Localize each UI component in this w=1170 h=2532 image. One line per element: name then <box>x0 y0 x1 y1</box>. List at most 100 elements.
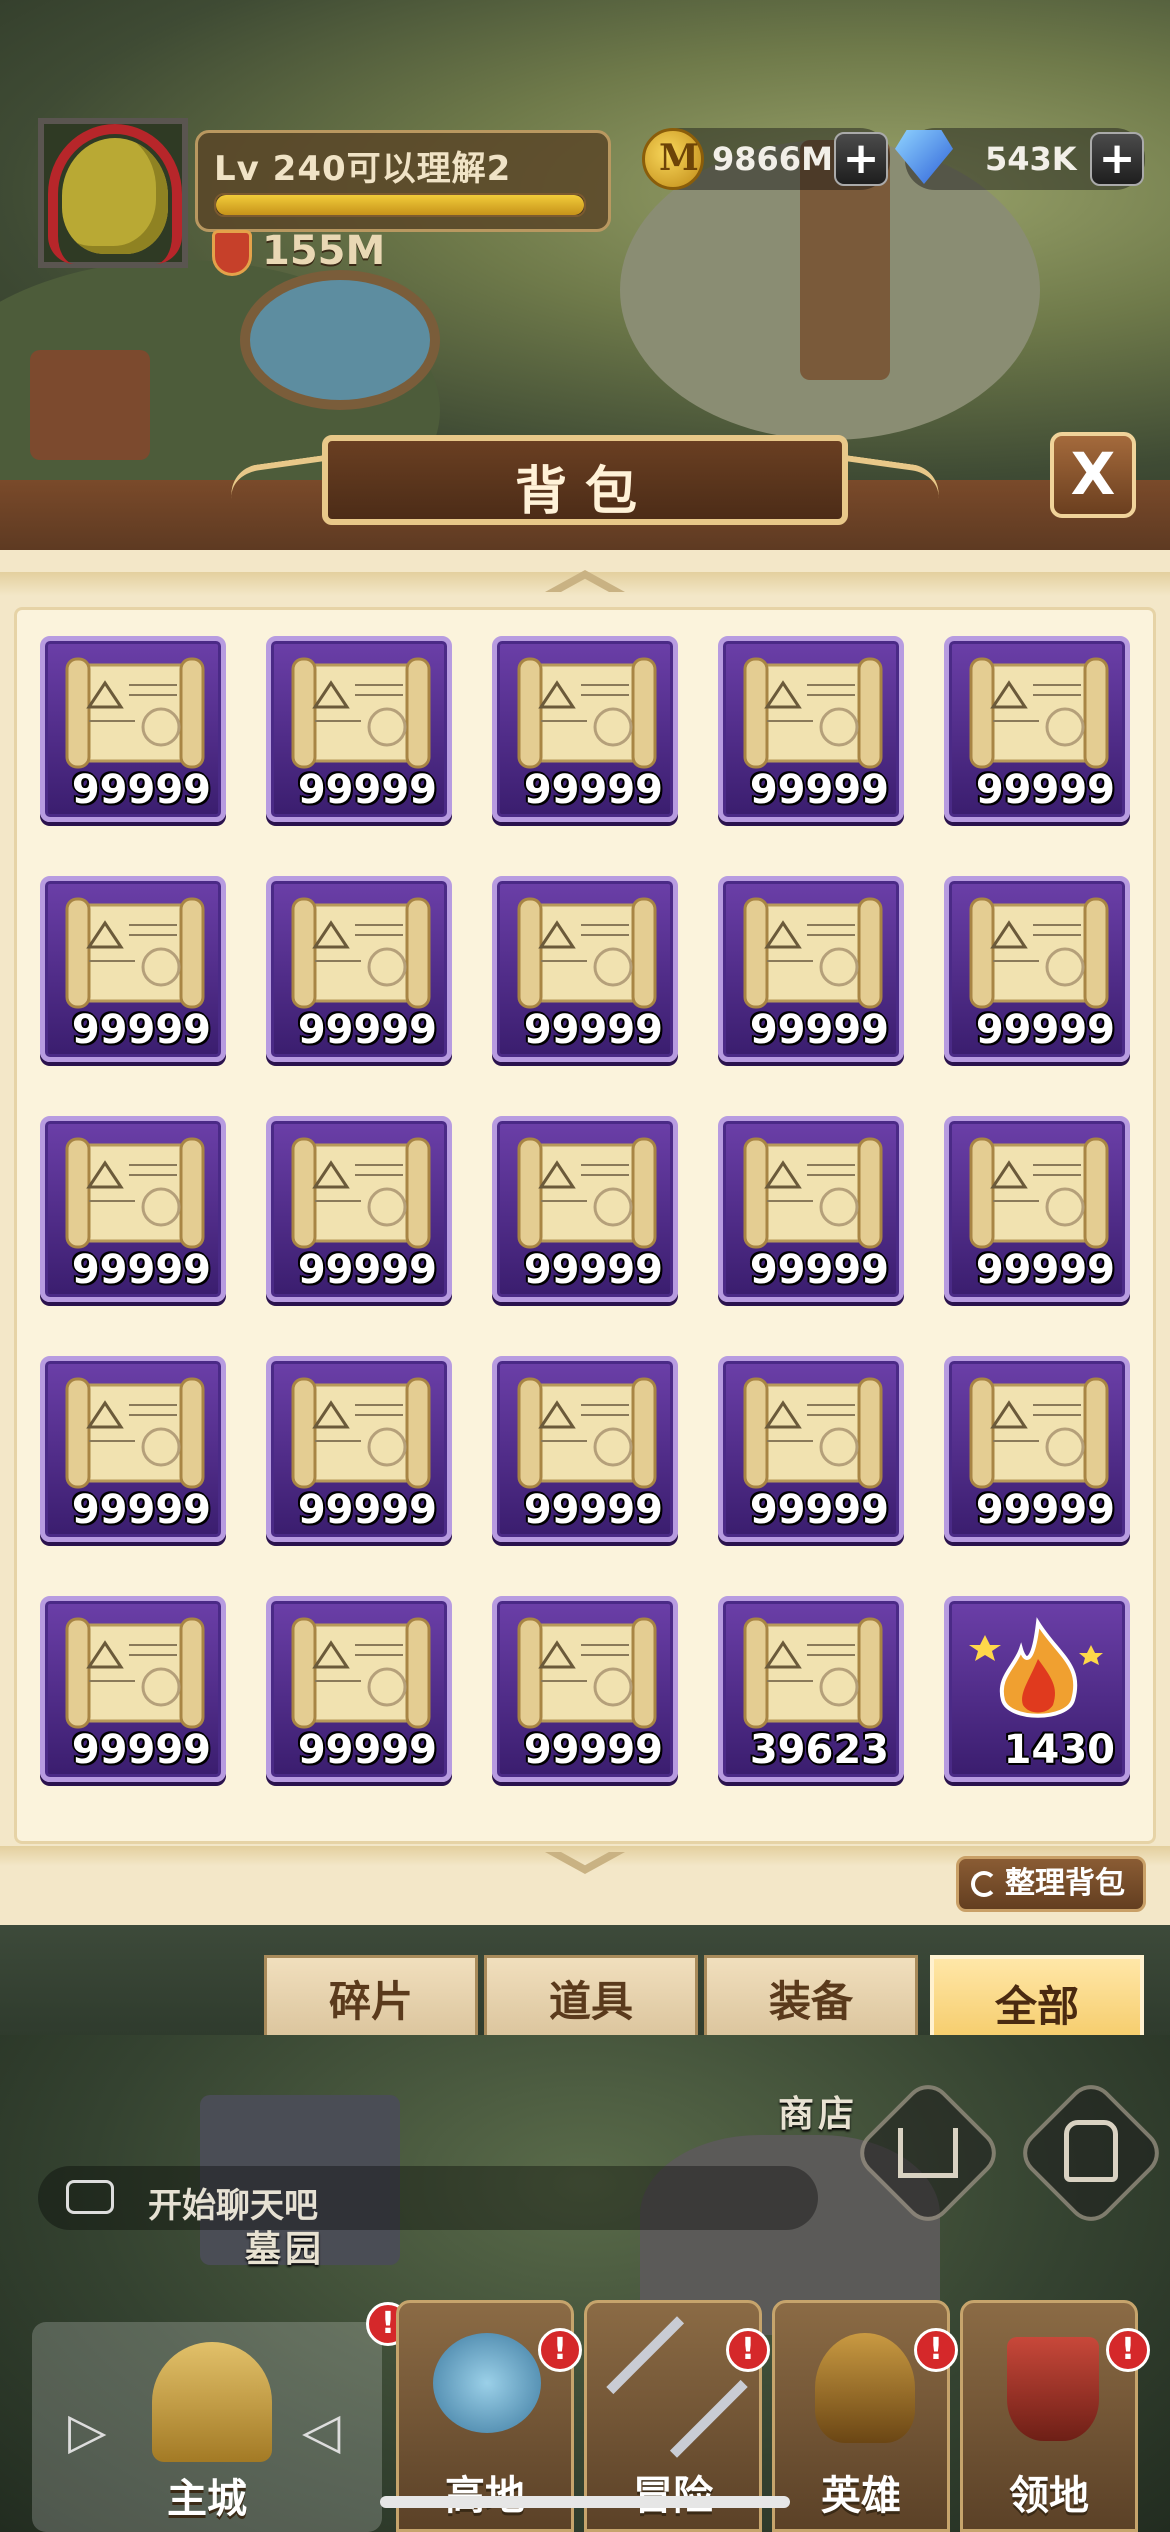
item-count: 99999 <box>71 1487 211 1533</box>
chat-bubble-icon <box>66 2180 114 2214</box>
item-count: 99999 <box>71 1727 211 1773</box>
player-name: Lv 240可以理解2 <box>214 149 512 189</box>
item-count: 99999 <box>71 1007 211 1053</box>
item-count: 99999 <box>297 1007 437 1053</box>
highland-icon <box>433 2333 541 2433</box>
exp-bar-fill <box>216 195 584 215</box>
item-count: 99999 <box>975 1247 1115 1293</box>
nav-label-adventure: 冒险 <box>587 2463 759 2521</box>
shield-power-icon <box>212 230 252 276</box>
scroll-icon <box>737 1615 887 1733</box>
inventory-slot[interactable]: 99999 <box>718 1116 904 1302</box>
item-count: 99999 <box>523 767 663 813</box>
item-count: 99999 <box>297 767 437 813</box>
panel-title: 背包 <box>514 462 655 522</box>
scroll-icon <box>59 1375 209 1493</box>
item-count: 99999 <box>975 1007 1115 1053</box>
player-info-plate[interactable]: Lv 240可以理解2 <box>195 130 611 232</box>
crossed-swords-icon <box>606 2316 748 2458</box>
sort-backpack-button[interactable]: 整理背包 <box>956 1856 1146 1912</box>
item-count: 1430 <box>1003 1727 1115 1773</box>
shop-map-label[interactable]: 商店 <box>778 2085 858 2137</box>
inventory-slot[interactable]: 99999 <box>40 636 226 822</box>
shop-building[interactable] <box>30 350 150 460</box>
flame-icon <box>963 1615 1113 1733</box>
item-count: 99999 <box>71 1247 211 1293</box>
add-gem-button[interactable]: + <box>1090 132 1144 186</box>
panel-title-plate: 背包 <box>322 435 848 525</box>
inventory-slot[interactable]: 1430 <box>944 1596 1130 1782</box>
scroll-icon <box>59 1615 209 1733</box>
scroll-icon <box>511 895 661 1013</box>
inventory-slot[interactable]: 99999 <box>40 876 226 1062</box>
helmet-icon <box>815 2333 915 2443</box>
inventory-slot[interactable]: 99999 <box>492 1596 678 1782</box>
highland-alert-badge: ! <box>538 2328 582 2372</box>
inventory-slot[interactable]: 99999 <box>944 636 1130 822</box>
gold-amount: 9866M <box>712 140 833 178</box>
inventory-slot[interactable]: 99999 <box>944 1356 1130 1542</box>
inventory-slot[interactable]: 99999 <box>492 1116 678 1302</box>
scroll-icon <box>285 1135 435 1253</box>
inventory-slot[interactable]: 99999 <box>718 636 904 822</box>
nav-right-arrow-icon[interactable]: ◁ <box>302 2402 340 2460</box>
inventory-slot[interactable]: 99999 <box>266 1116 452 1302</box>
inventory-slot[interactable]: 99999 <box>40 1356 226 1542</box>
nav-label-heroes: 英雄 <box>821 2473 901 2519</box>
inventory-slot[interactable]: 99999 <box>266 1356 452 1542</box>
item-count: 99999 <box>71 767 211 813</box>
item-count: 99999 <box>749 1007 889 1053</box>
scroll-icon <box>59 1135 209 1253</box>
item-count: 99999 <box>523 1487 663 1533</box>
scroll-icon <box>59 895 209 1013</box>
target-arena <box>240 270 440 410</box>
item-count: 99999 <box>975 767 1115 813</box>
territory-shield-icon <box>1007 2337 1099 2441</box>
inventory-slot[interactable]: 39623 <box>718 1596 904 1782</box>
chat-placeholder: 开始聊天吧 <box>148 2186 318 2226</box>
scroll-icon <box>285 655 435 773</box>
inventory-slot[interactable]: 99999 <box>492 1356 678 1542</box>
scroll-icon <box>511 655 661 773</box>
goblin-face-icon <box>62 138 168 254</box>
inventory-slot[interactable]: 99999 <box>718 876 904 1062</box>
inventory-slot[interactable]: 99999 <box>718 1356 904 1542</box>
item-count: 99999 <box>749 767 889 813</box>
inventory-slot[interactable]: 99999 <box>266 1596 452 1782</box>
scroll-icon <box>511 1135 661 1253</box>
inventory-slot[interactable]: 99999 <box>492 876 678 1062</box>
scroll-icon <box>963 895 1113 1013</box>
backpack-icon <box>1064 2120 1118 2182</box>
scroll-icon <box>737 655 887 773</box>
inventory-slot[interactable]: 99999 <box>40 1116 226 1302</box>
inventory-slot[interactable]: 99999 <box>944 1116 1130 1302</box>
heroes-alert-badge: ! <box>914 2328 958 2372</box>
item-count: 99999 <box>523 1727 663 1773</box>
scroll-icon <box>963 655 1113 773</box>
nav-main-city[interactable]: ▷ ◁ 主城 <box>32 2322 382 2532</box>
home-indicator <box>380 2496 790 2508</box>
chat-bar[interactable]: 开始聊天吧 <box>38 2166 818 2230</box>
nav-label-highland: 高地 <box>399 2463 571 2521</box>
inventory-slot[interactable]: 99999 <box>492 636 678 822</box>
combat-power: 155M <box>262 228 386 274</box>
add-gold-button[interactable]: + <box>834 132 888 186</box>
territory-alert-badge: ! <box>1106 2328 1150 2372</box>
refresh-icon <box>971 1871 997 1897</box>
player-avatar[interactable] <box>38 118 188 268</box>
item-count: 99999 <box>523 1247 663 1293</box>
item-count: 99999 <box>297 1727 437 1773</box>
inventory-slot[interactable]: 99999 <box>266 636 452 822</box>
scroll-icon <box>963 1135 1113 1253</box>
inventory-slot[interactable]: 99999 <box>944 876 1130 1062</box>
inventory-slot[interactable]: 99999 <box>266 876 452 1062</box>
item-count: 99999 <box>297 1247 437 1293</box>
sort-backpack-label: 整理背包 <box>1005 1866 1125 1901</box>
podium-icon <box>898 2128 958 2178</box>
nav-left-arrow-icon[interactable]: ▷ <box>68 2402 106 2460</box>
gem-amount: 543K <box>985 140 1077 178</box>
castle-icon <box>152 2342 272 2462</box>
inventory-slot[interactable]: 99999 <box>40 1596 226 1782</box>
item-count: 99999 <box>749 1247 889 1293</box>
close-button[interactable]: X <box>1050 432 1136 518</box>
